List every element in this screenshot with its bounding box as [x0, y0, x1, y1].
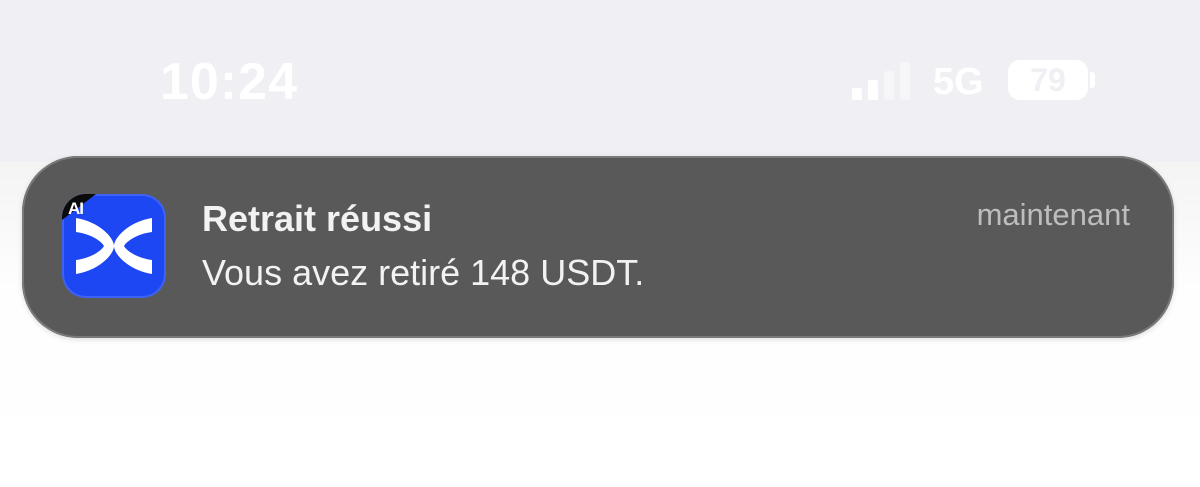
- signal-bar: [884, 71, 894, 100]
- app-icon-badge: AI: [68, 199, 84, 218]
- signal-bar: [900, 62, 910, 100]
- battery-level: 79: [1030, 62, 1066, 98]
- network-type: 5G: [933, 61, 984, 103]
- battery-nub: [1090, 72, 1095, 88]
- notification-banner[interactable]: AI Retrait réussi Vous avez retiré 148 U…: [22, 156, 1174, 338]
- signal-bar: [868, 80, 878, 100]
- status-time: 10:24: [160, 53, 298, 111]
- notification-title: Retrait réussi: [202, 198, 433, 239]
- cellular-signal-icon: [850, 60, 914, 100]
- exchange-x-icon: AI: [62, 194, 166, 298]
- notification-body: Vous avez retiré 148 USDT.: [202, 252, 645, 293]
- notification-timestamp: maintenant: [976, 197, 1130, 232]
- battery-icon: 79: [1008, 60, 1088, 100]
- status-bar: 10:24 5G 79: [0, 0, 1200, 162]
- signal-bar: [852, 88, 862, 100]
